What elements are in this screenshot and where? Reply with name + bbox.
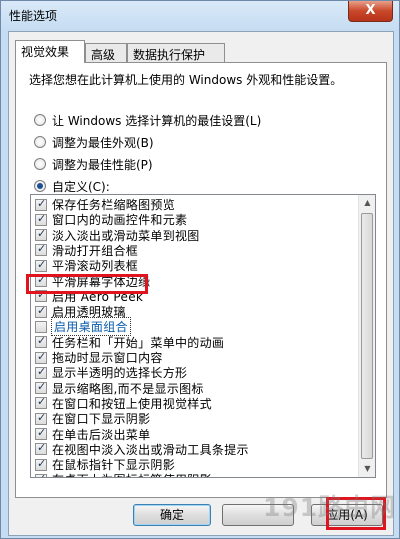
checkbox-checked[interactable] bbox=[35, 457, 47, 471]
radio-button[interactable] bbox=[34, 114, 46, 126]
list-item[interactable]: 平滑滚动列表框 bbox=[35, 258, 138, 273]
checkbox-checked[interactable] bbox=[35, 273, 47, 287]
checkbox-checked[interactable] bbox=[35, 411, 47, 425]
list-item[interactable]: 启用桌面组合 bbox=[35, 317, 131, 337]
title-bar[interactable]: 性能选项 X bbox=[1, 1, 399, 31]
radio-label: 让 Windows 选择计算机的最佳设置(L) bbox=[52, 113, 262, 128]
list-item[interactable]: 任务栏和「开始」菜单中的动画 bbox=[35, 334, 224, 350]
list-item[interactable]: 滑动打开组合框 bbox=[35, 242, 138, 258]
radio-label: 自定义(C): bbox=[52, 179, 110, 194]
performance-options-window: 性能选项 X 视觉效果 高级 数据执行保护 选择您想在此计算机上使用的 Wind… bbox=[0, 0, 400, 539]
list-item[interactable]: 启用 Aero Peek bbox=[35, 288, 143, 304]
checkbox-checked[interactable] bbox=[35, 441, 47, 456]
checkbox-checked[interactable] bbox=[35, 350, 47, 364]
tab-advanced[interactable]: 高级 bbox=[85, 43, 127, 62]
radio-button-selected[interactable] bbox=[34, 180, 46, 192]
list-item[interactable]: 在桌面上为图标标签使用阴影 bbox=[35, 471, 212, 477]
radio-custom[interactable]: 自定义(C): bbox=[34, 177, 110, 195]
radio-label: 调整为最佳性能(P) bbox=[52, 157, 153, 172]
list-item[interactable]: 淡入淡出或滑动菜单到视图 bbox=[35, 227, 200, 243]
radio-best-appearance[interactable]: 调整为最佳外观(B) bbox=[34, 133, 154, 151]
checkbox-checked[interactable] bbox=[35, 395, 47, 410]
checkbox-checked[interactable] bbox=[35, 258, 47, 272]
list-item[interactable]: 窗口内的动画控件和元素 bbox=[35, 212, 187, 227]
visual-effects-list[interactable]: 保存任务栏缩略图预览窗口内的动画控件和元素淡入淡出或滑动菜单到视图滑动打开组合框… bbox=[30, 194, 376, 478]
checkbox-checked[interactable] bbox=[35, 365, 47, 379]
dialog-client-area: 视觉效果 高级 数据执行保护 选择您想在此计算机上使用的 Windows 外观和… bbox=[8, 31, 394, 536]
radio-label: 调整为最佳外观(B) bbox=[52, 135, 154, 150]
list-item[interactable]: 在窗口下显示阴影 bbox=[35, 411, 150, 426]
list-item[interactable]: 拖动时显示窗口内容 bbox=[35, 350, 163, 365]
scroll-up-arrow-icon[interactable]: ▲ bbox=[360, 195, 375, 211]
radio-button[interactable] bbox=[34, 158, 46, 170]
checkbox-checked[interactable] bbox=[35, 304, 47, 318]
list-item-label: 在桌面上为图标标签使用阴影 bbox=[52, 471, 212, 477]
radio-let-windows-choose[interactable]: 让 Windows 选择计算机的最佳设置(L) bbox=[34, 111, 261, 129]
checkbox-checked[interactable] bbox=[35, 242, 47, 257]
list-item[interactable]: 平滑屏幕字体边缘 bbox=[35, 273, 150, 289]
vertical-scrollbar[interactable]: ▲ ▼ bbox=[358, 195, 375, 477]
list-item[interactable]: 保存任务栏缩略图预览 bbox=[35, 197, 175, 212]
ok-button[interactable]: 确定 bbox=[133, 504, 211, 526]
window-title: 性能选项 bbox=[9, 9, 58, 23]
checkbox-checked[interactable] bbox=[35, 426, 47, 440]
checkbox-checked[interactable] bbox=[35, 197, 47, 211]
scroll-thumb[interactable] bbox=[361, 213, 373, 459]
checkbox-checked[interactable] bbox=[35, 472, 47, 477]
list-item[interactable]: 启用透明玻璃 bbox=[35, 304, 126, 319]
list-item[interactable]: 在鼠标指针下显示阴影 bbox=[35, 457, 175, 472]
checkbox-checked[interactable] bbox=[35, 227, 47, 242]
checkbox-checked[interactable] bbox=[35, 212, 47, 226]
tab-visual-effects[interactable]: 视觉效果 bbox=[15, 40, 85, 63]
list-item[interactable]: 显示缩略图,而不是显示图标 bbox=[35, 380, 204, 396]
close-button[interactable]: X bbox=[348, 1, 393, 22]
radio-button[interactable] bbox=[34, 136, 46, 148]
checkbox-checked[interactable] bbox=[35, 380, 47, 395]
radio-best-performance[interactable]: 调整为最佳性能(P) bbox=[34, 155, 153, 173]
checkbox-unchecked[interactable] bbox=[35, 320, 47, 333]
checkbox-checked[interactable] bbox=[35, 334, 47, 349]
list-item[interactable]: 在单击后淡出菜单 bbox=[35, 426, 150, 442]
description-text: 选择您想在此计算机上使用的 Windows 外观和性能设置。 bbox=[29, 73, 343, 87]
checkbox-checked[interactable] bbox=[35, 288, 47, 303]
cancel-button[interactable] bbox=[222, 504, 294, 526]
scroll-down-arrow-icon[interactable]: ▼ bbox=[360, 461, 375, 477]
apply-button[interactable]: 应用(A) bbox=[311, 504, 383, 526]
tab-data-execution-prevention[interactable]: 数据执行保护 bbox=[127, 43, 225, 62]
list-item[interactable]: 在窗口和按钮上使用视觉样式 bbox=[35, 395, 212, 411]
visual-effects-panel: 选择您想在此计算机上使用的 Windows 外观和性能设置。 让 Windows… bbox=[15, 62, 387, 498]
list-item[interactable]: 在视图中淡入淡出或滑动工具条提示 bbox=[35, 441, 249, 457]
list-item[interactable]: 显示半透明的选择长方形 bbox=[35, 365, 187, 380]
